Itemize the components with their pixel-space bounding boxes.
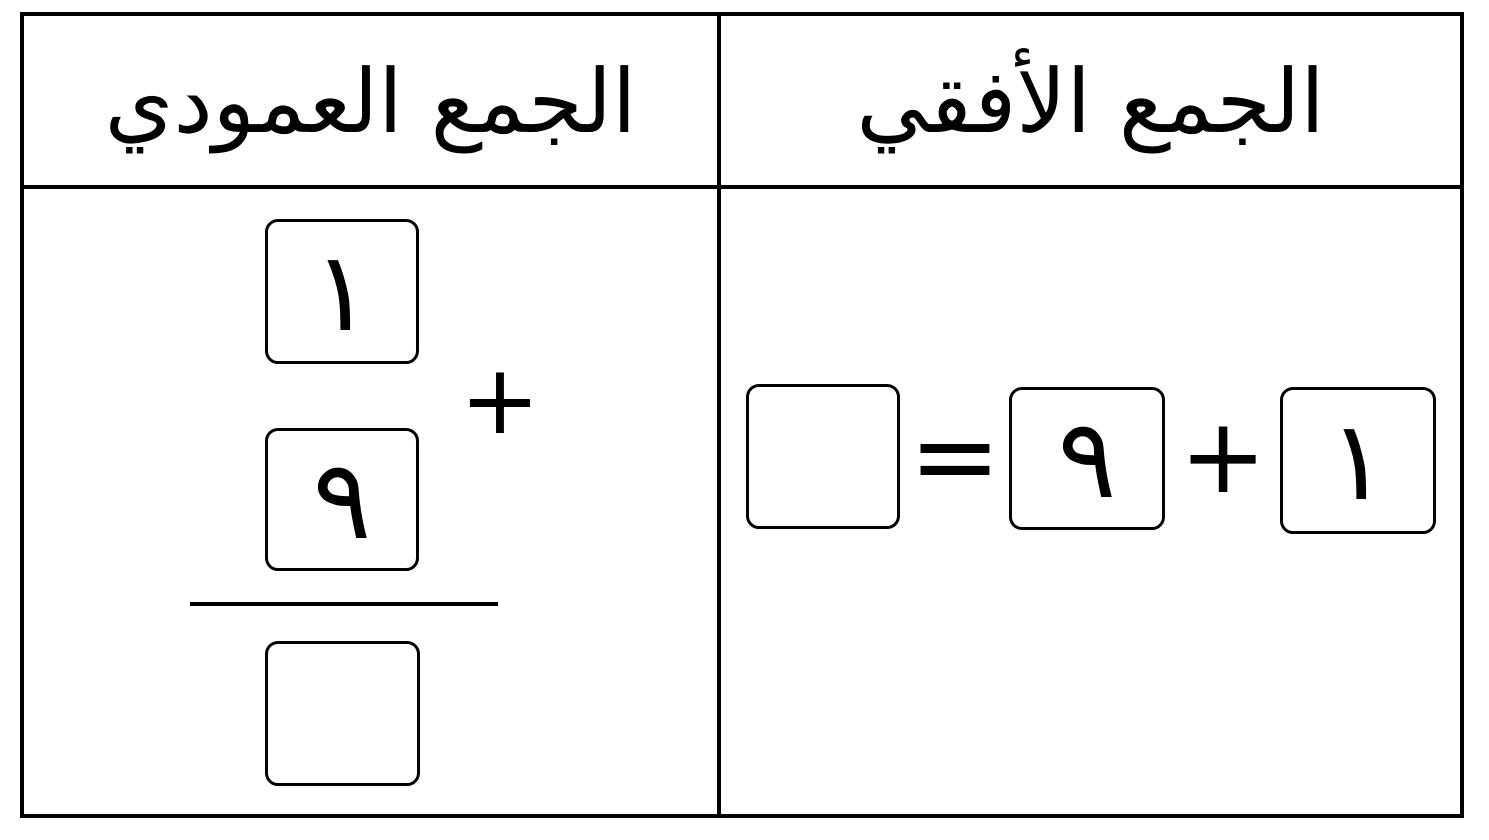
horizontal-addition-header: الجمع الأفقي [856, 50, 1325, 153]
table-border-top [20, 12, 1464, 16]
horizontal-answer-box[interactable] [746, 384, 900, 529]
horizontal-second-number-box: ٩ [1009, 387, 1165, 530]
vertical-addition-header: الجمع العمودي [104, 50, 637, 153]
vertical-answer-box[interactable] [265, 641, 420, 786]
horizontal-plus-sign: + [1179, 395, 1267, 517]
vertical-sum-line [190, 602, 498, 606]
table-header-divider [20, 185, 1464, 189]
vertical-bottom-number-box: ٩ [265, 428, 419, 571]
vertical-plus-sign: + [459, 344, 541, 456]
table-border-bottom [20, 814, 1464, 818]
horizontal-first-number-box: ١ [1280, 387, 1436, 534]
horizontal-equals-sign: = [908, 392, 1002, 520]
table-border-right [1460, 12, 1464, 818]
worksheet: الجمع العمودي الجمع الأفقي ١ + ٩ = ٩ + ١ [0, 0, 1489, 840]
vertical-top-number-box: ١ [265, 219, 419, 364]
